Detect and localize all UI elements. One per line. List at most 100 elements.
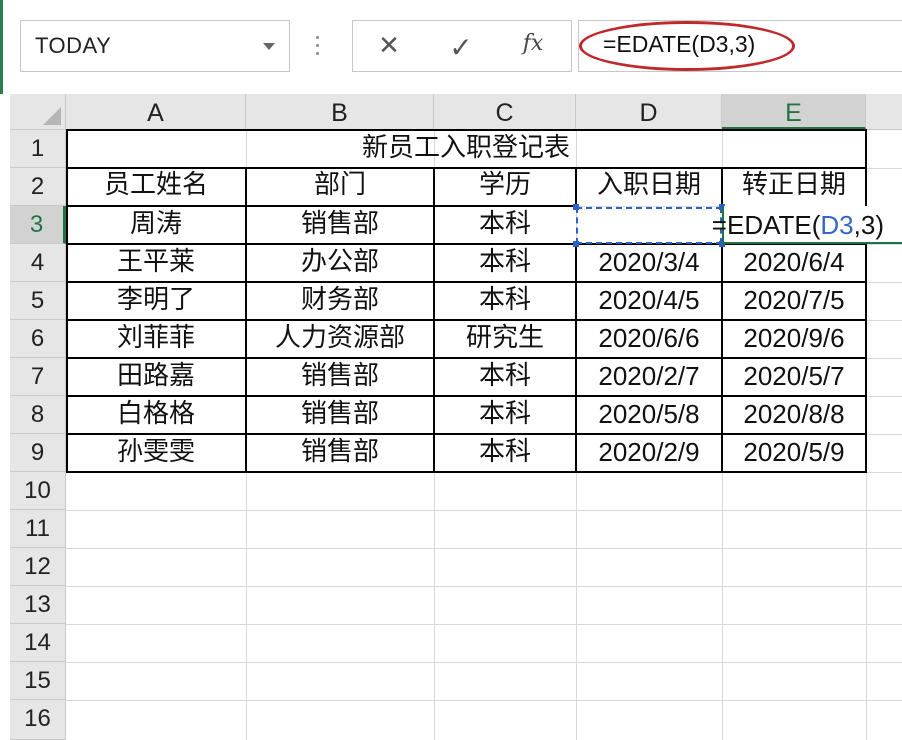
header-cell-join-date[interactable]: 入职日期 xyxy=(576,168,722,206)
table-border xyxy=(66,395,867,397)
column-header-f[interactable] xyxy=(866,94,902,130)
table-cell[interactable]: 2020/6/6 xyxy=(576,320,722,358)
table-cell[interactable]: 办公部 xyxy=(246,244,434,282)
row-header-12[interactable]: 12 xyxy=(10,548,66,586)
table-cell[interactable]: 周涛 xyxy=(66,206,246,244)
row-header-16[interactable]: 16 xyxy=(10,700,66,740)
gridline xyxy=(66,662,902,663)
formula-highlight-ellipse xyxy=(579,21,795,71)
table-border xyxy=(66,129,867,131)
table-cell[interactable]: 刘菲菲 xyxy=(66,320,246,358)
table-cell[interactable]: 本科 xyxy=(434,244,576,282)
table-border xyxy=(865,243,867,473)
row-header-7[interactable]: 7 xyxy=(10,358,66,396)
table-cell[interactable]: 王平莱 xyxy=(66,244,246,282)
table-cell[interactable]: 2020/5/8 xyxy=(576,396,722,434)
select-all-button[interactable] xyxy=(10,94,66,130)
table-cell[interactable]: 2020/4/5 xyxy=(576,282,722,320)
row-header-11[interactable]: 11 xyxy=(10,510,66,548)
row-header-14[interactable]: 14 xyxy=(10,624,66,662)
column-header-c[interactable]: C xyxy=(434,94,576,130)
close-icon: ✕ xyxy=(378,31,400,61)
table-cell[interactable]: 销售部 xyxy=(246,358,434,396)
table-border xyxy=(66,167,867,169)
column-header-e[interactable]: E xyxy=(722,94,866,130)
table-cell[interactable]: 2020/3/4 xyxy=(576,244,722,282)
formula-bar-area: TODAY ✕ ✓ fx =EDATE(D3,3) xyxy=(0,0,902,94)
enter-button[interactable]: ✓ xyxy=(441,31,481,64)
row-header-5[interactable]: 5 xyxy=(10,282,66,320)
spreadsheet-grid: A B C D E 1 2 3 4 5 6 7 8 9 10 11 12 13 … xyxy=(0,94,902,740)
table-cell[interactable]: 本科 xyxy=(434,434,576,472)
table-cell[interactable]: 田路嘉 xyxy=(66,358,246,396)
table-border xyxy=(721,167,723,207)
table-cell[interactable]: 人力资源部 xyxy=(246,320,434,358)
row-header-3[interactable]: 3 xyxy=(10,206,66,244)
table-cell[interactable]: 2020/9/6 xyxy=(722,320,866,358)
table-border xyxy=(575,167,577,207)
table-border xyxy=(66,129,68,473)
table-cell[interactable]: 本科 xyxy=(434,396,576,434)
table-cell[interactable]: 2020/2/9 xyxy=(576,434,722,472)
table-border xyxy=(66,281,867,283)
row-header-13[interactable]: 13 xyxy=(10,586,66,624)
table-cell[interactable]: 2020/8/8 xyxy=(722,396,866,434)
table-title-cell[interactable]: 新员工入职登记表 xyxy=(66,130,866,168)
row-header-9[interactable]: 9 xyxy=(10,434,66,472)
column-header-d[interactable]: D xyxy=(576,94,722,130)
table-cell[interactable]: 销售部 xyxy=(246,206,434,244)
table-cell[interactable]: 本科 xyxy=(434,206,576,244)
row-header-10[interactable]: 10 xyxy=(10,472,66,510)
table-cell[interactable]: 2020/7/5 xyxy=(722,282,866,320)
drag-handle-icon[interactable] xyxy=(316,36,320,58)
row-header-15[interactable]: 15 xyxy=(10,662,66,700)
table-cell[interactable]: 本科 xyxy=(434,358,576,396)
row-header-6[interactable]: 6 xyxy=(10,320,66,358)
table-cell[interactable]: 销售部 xyxy=(246,396,434,434)
table-border xyxy=(433,167,435,473)
table-cell[interactable]: 销售部 xyxy=(246,434,434,472)
gridline xyxy=(66,624,902,625)
column-header-a[interactable]: A xyxy=(66,94,246,130)
table-cell[interactable]: 白格格 xyxy=(66,396,246,434)
active-cell-e3-editor[interactable]: =EDATE(D3,3) xyxy=(712,206,902,244)
table-border xyxy=(66,205,576,207)
table-cell[interactable]: 孙雯雯 xyxy=(66,434,246,472)
row-header-8[interactable]: 8 xyxy=(10,396,66,434)
reference-handle[interactable] xyxy=(573,204,579,210)
row-header-2[interactable]: 2 xyxy=(10,168,66,206)
table-cell[interactable]: 本科 xyxy=(434,282,576,320)
referenced-cell-d3[interactable] xyxy=(576,207,722,244)
table-cell[interactable]: 2020/2/7 xyxy=(576,358,722,396)
formula-reference: D3 xyxy=(820,210,854,240)
table-border xyxy=(575,243,577,473)
formula-buttons: ✕ ✓ fx xyxy=(352,20,572,72)
name-box[interactable]: TODAY xyxy=(20,20,290,72)
header-cell-department[interactable]: 部门 xyxy=(246,168,434,206)
reference-handle[interactable] xyxy=(573,241,579,247)
table-cell[interactable]: 李明了 xyxy=(66,282,246,320)
table-border xyxy=(66,357,867,359)
window-edge xyxy=(0,0,3,94)
check-icon: ✓ xyxy=(449,31,473,64)
header-cell-regular-date[interactable]: 转正日期 xyxy=(722,168,866,206)
fx-icon: fx xyxy=(522,31,544,56)
formula-prefix: =EDATE( xyxy=(711,210,821,240)
table-border xyxy=(721,243,723,473)
header-cell-education[interactable]: 学历 xyxy=(434,168,576,206)
table-cell[interactable]: 财务部 xyxy=(246,282,434,320)
table-cell[interactable]: 2020/5/9 xyxy=(722,434,866,472)
cancel-button[interactable]: ✕ xyxy=(369,31,409,63)
table-border xyxy=(66,471,867,473)
table-cell[interactable]: 2020/5/7 xyxy=(722,358,866,396)
table-border xyxy=(66,433,867,435)
chevron-down-icon[interactable] xyxy=(263,43,275,50)
row-header-1[interactable]: 1 xyxy=(10,130,66,168)
row-header-4[interactable]: 4 xyxy=(10,244,66,282)
insert-function-button[interactable]: fx xyxy=(513,31,553,63)
header-cell-name[interactable]: 员工姓名 xyxy=(66,168,246,206)
table-cell[interactable]: 研究生 xyxy=(434,320,576,358)
table-cell[interactable]: 2020/6/4 xyxy=(722,244,866,282)
column-header-b[interactable]: B xyxy=(246,94,434,130)
table-border xyxy=(245,167,247,473)
